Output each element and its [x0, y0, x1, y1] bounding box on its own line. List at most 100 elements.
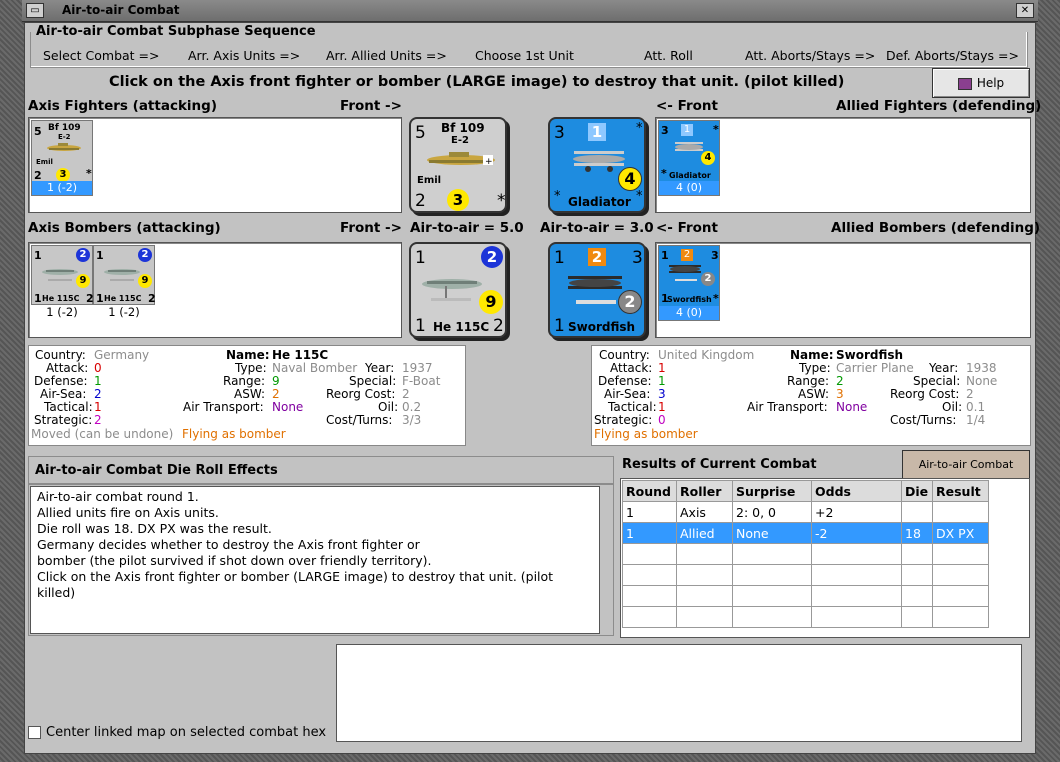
unit-variant: E-2	[58, 133, 71, 141]
axis-bombers-panel[interactable]: 1 2 9 1 He 115C 2 1 (-2) 1 2 9 1 He 115C…	[28, 242, 402, 338]
strategic-value: 2	[94, 413, 102, 427]
axis-bomber-unit[interactable]: 1 2 9 1 He 115C 2	[93, 245, 156, 305]
center-map-checkbox[interactable]	[28, 726, 41, 739]
unit-air-sea: 1	[681, 124, 693, 136]
country-value: Germany	[94, 348, 150, 362]
allied-bomber-unit[interactable]: 1 2 3 2 1 Swordfish * 4 (0)	[658, 245, 720, 321]
unit-name: He 115C	[104, 294, 142, 303]
big-variant: E-2	[451, 135, 469, 146]
die-line: Germany decides whether to destroy the A…	[37, 537, 420, 552]
seq-select-combat: Select Combat =>	[43, 48, 160, 63]
air-transport-label: Air Transport:	[747, 400, 828, 414]
results-table[interactable]: Round Roller Surprise Odds Die Result 1 …	[622, 480, 989, 628]
close-icon[interactable]: ✕	[1016, 3, 1034, 18]
allied-fighter-unit[interactable]: 3 1 * 4 * Gladiator 4 (0)	[658, 120, 720, 196]
cell	[932, 501, 989, 523]
cell: Allied	[676, 522, 733, 544]
help-button[interactable]: Help	[932, 68, 1030, 98]
unit-range: 3	[56, 168, 70, 182]
air-transport-value: None	[272, 400, 304, 414]
col-surprise[interactable]: Surprise	[732, 480, 812, 502]
big-air-sea: 1	[588, 123, 606, 141]
big-range: 9	[479, 290, 503, 314]
unit-star: *	[86, 167, 92, 180]
unit-range: 9	[138, 274, 152, 288]
col-odds[interactable]: Odds	[811, 480, 902, 502]
die-line: bomber (the pilot survived if shot down …	[37, 553, 432, 568]
sequence-label: Air-to-air Combat Subphase Sequence	[34, 24, 318, 39]
air-combat-chart-button[interactable]: Air-to-air Combat Chart	[902, 450, 1030, 499]
big-range: 2	[618, 290, 642, 314]
cost-label: Cost/Turns:	[326, 413, 393, 427]
front-left-label-2: <- Front	[656, 220, 718, 236]
allied-front-bomber-card[interactable]: 1 2 3 2 1 Swordfish	[548, 242, 646, 338]
col-round[interactable]: Round	[622, 480, 677, 502]
window-menu-icon[interactable]: ▭	[26, 3, 44, 18]
big-air-sea: 2	[588, 248, 606, 266]
cell: 2: 0, 0	[732, 501, 812, 523]
die-line: Allied units fire on Axis units.	[37, 505, 219, 520]
table-row[interactable]: 1 Allied None -2 18 DX PX	[622, 522, 989, 544]
cell: 1	[622, 522, 677, 544]
front-left-label: <- Front	[656, 98, 718, 114]
unit-defense: 2	[148, 292, 156, 305]
unit-attack: 5	[34, 125, 42, 138]
allied-bombers-header: Allied Bombers (defending)	[831, 220, 1041, 236]
big-attack: 1	[554, 248, 565, 268]
unit-range: 9	[76, 274, 90, 288]
table-row[interactable]: 1 Axis 2: 0, 0 +2	[622, 501, 989, 523]
big-range: 3	[447, 189, 469, 211]
type-value: Carrier Plane	[836, 361, 914, 375]
allied-fighters-panel[interactable]: 3 1 * 4 * Gladiator 4 (0)	[655, 117, 1031, 213]
allied-air-to-air: Air-to-air = 3.0	[540, 220, 654, 236]
cell: Axis	[676, 501, 733, 523]
big-defense: 3	[632, 248, 643, 268]
cost-value: 1/4	[966, 413, 986, 427]
unit-tactical: 1	[96, 292, 104, 305]
axis-fighter-unit[interactable]: 5 Bf 109 E-2 Emil 2 3 * 1 (-2)	[31, 120, 93, 196]
col-result[interactable]: Result	[932, 480, 989, 502]
axis-bomber-unit[interactable]: 1 2 9 1 He 115C 2	[31, 245, 94, 305]
axis-front-fighter-card[interactable]: 5 Bf 109 E-2 + Emil 2 3 *	[409, 117, 507, 213]
cell: 1	[622, 501, 677, 523]
allied-front-fighter-card[interactable]: 3 1 * 4 * Gladiator *	[548, 117, 646, 213]
die-line: killed)	[37, 585, 76, 600]
axis-bombers-header: Axis Bombers (attacking)	[28, 220, 221, 236]
cell: +2	[811, 501, 902, 523]
title-bar[interactable]: ▭ Air-to-air Combat ✕	[22, 0, 1038, 22]
front-right-label-2: Front ->	[340, 220, 402, 236]
axis-fighters-header: Axis Fighters (attacking)	[28, 98, 217, 114]
air-transport-value: None	[836, 400, 868, 414]
strategic-label: Strategic:	[594, 413, 653, 427]
empty-row	[622, 585, 989, 607]
notes-area[interactable]	[336, 644, 1022, 742]
seq-arr-allied: Arr. Allied Units =>	[326, 48, 447, 63]
big-attack: 3	[554, 123, 565, 143]
unit-name: Bf 109	[48, 123, 81, 133]
big-defense: 2	[493, 316, 504, 336]
unit-attack: 1	[34, 249, 42, 262]
col-die[interactable]: Die	[901, 480, 933, 502]
seq-choose-first: Choose 1st Unit	[475, 48, 574, 63]
die-line: Click on the Axis front fighter or bombe…	[37, 569, 554, 584]
cost-label: Cost/Turns:	[890, 413, 957, 427]
die-roll-text[interactable]: Air-to-air combat round 1. Allied units …	[30, 486, 600, 634]
unit-attack: 1	[96, 249, 104, 262]
axis-fighters-panel[interactable]: 5 Bf 109 E-2 Emil 2 3 * 1 (-2)	[28, 117, 402, 213]
big-name: Bf 109	[441, 121, 485, 135]
cell: -2	[811, 522, 902, 544]
center-map-label: Center linked map on selected combat hex	[46, 725, 327, 740]
allied-fighters-header: Allied Fighters (defending)	[836, 98, 1042, 114]
cell	[901, 501, 933, 523]
empty-row	[622, 564, 989, 586]
unit-value: 1 (-2)	[32, 181, 92, 195]
allied-bombers-panel[interactable]: 1 2 3 2 1 Swordfish * 4 (0)	[655, 242, 1031, 338]
big-nickname: Emil	[417, 175, 442, 186]
col-roller[interactable]: Roller	[676, 480, 733, 502]
axis-front-bomber-card[interactable]: 1 2 9 1 He 115C 2	[409, 242, 507, 338]
big-attack: 1	[415, 248, 426, 268]
cell: 18	[901, 522, 933, 544]
seq-def-aborts: Def. Aborts/Stays =>	[886, 48, 1019, 63]
die-roll-title: Air-to-air Combat Die Roll Effects	[28, 456, 614, 484]
results-title: Results of Current Combat	[622, 457, 817, 472]
